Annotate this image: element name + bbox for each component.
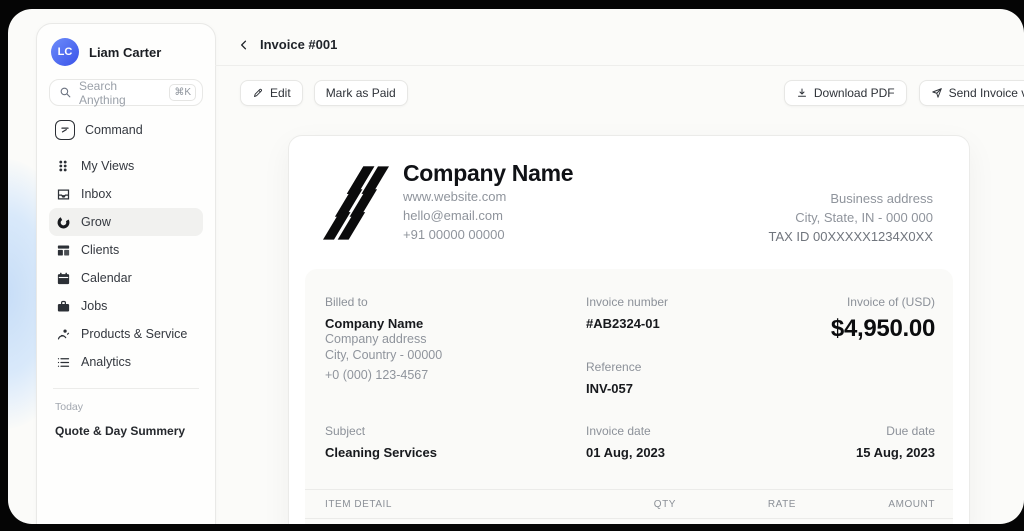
- company-name: Company Name: [403, 160, 574, 186]
- invoice-card: Company Name www.website.com hello@email…: [288, 135, 970, 524]
- sidebar-item-label: Inbox: [81, 187, 112, 201]
- toolbar-left: Edit Mark as Paid: [240, 80, 408, 106]
- business-address-line1: Business address: [830, 191, 933, 206]
- calendar-icon: [55, 270, 71, 286]
- sidebar-item-calendar[interactable]: Calendar: [49, 264, 203, 292]
- sidebar-item-jobs[interactable]: Jobs: [49, 292, 203, 320]
- business-tax-id: TAX ID 00XXXXX1234X0XX: [768, 229, 933, 244]
- toolbar: Edit Mark as Paid Download PDF Send Invo…: [215, 66, 1024, 106]
- pencil-icon: [252, 87, 264, 99]
- billed-to-phone: +0 (000) 123-4567: [325, 368, 429, 382]
- page-title: Invoice #001: [260, 37, 338, 52]
- invoice-amount-block: Invoice of (USD) $4,950.00: [831, 295, 935, 343]
- sidebar-item-label: Analytics: [81, 355, 132, 369]
- subject-label: Subject: [325, 424, 366, 438]
- invoice-card-header: Company Name www.website.com hello@email…: [289, 136, 969, 269]
- sidebar-nav: My Views Inbox Grow Clients Calendar Job…: [49, 152, 203, 376]
- billed-to-name: Company Name: [325, 316, 424, 331]
- subject-block: Subject Cleaning Services: [325, 424, 437, 460]
- briefcase-icon: [55, 298, 71, 314]
- sidebar-item-clients[interactable]: Clients: [49, 236, 203, 264]
- user-profile[interactable]: LC Liam Carter: [49, 36, 203, 79]
- invoice-amount-value: $4,950.00: [830, 315, 935, 342]
- analytics-list-icon: [55, 354, 71, 370]
- billed-to-address1: Company address: [325, 332, 427, 346]
- company-logo: [323, 166, 389, 240]
- send-icon: [931, 87, 943, 99]
- section-label-today: Today: [55, 401, 84, 413]
- sidebar-item-inbox[interactable]: Inbox: [49, 180, 203, 208]
- sidebar-item-grow[interactable]: Grow: [49, 208, 203, 236]
- billed-to-block: Billed to Company Name Company address C…: [325, 295, 442, 383]
- sidebar-item-label: Jobs: [81, 299, 108, 313]
- user-name: Liam Carter: [89, 44, 162, 60]
- invoice-number-value: #AB2324-01: [586, 316, 660, 331]
- invoice-amount-label: Invoice of (USD): [846, 295, 935, 309]
- sidebar-item-label: Products & Service: [81, 327, 188, 341]
- column-header-rate: RATE: [767, 498, 796, 510]
- invoice-date-block: Invoice date 01 Aug, 2023: [586, 424, 665, 460]
- invoice-date-value: 01 Aug, 2023: [586, 445, 666, 460]
- edit-button[interactable]: Edit: [240, 80, 303, 106]
- sidebar-item-command[interactable]: Command: [49, 116, 203, 152]
- search-icon: [59, 86, 72, 99]
- reference-label: Reference: [586, 360, 642, 374]
- business-address-block: Business address City, State, IN - 000 0…: [768, 189, 933, 246]
- sidebar-item-label: Calendar: [81, 271, 132, 285]
- billed-to-address2: City, Country - 00000: [325, 348, 443, 362]
- app-window: LC Liam Carter Search Anything ⌘K Comman…: [8, 9, 1024, 524]
- invoice-number-block: Invoice number #AB2324-01: [586, 295, 668, 331]
- reference-value: INV-057: [586, 381, 633, 396]
- products-service-icon: [55, 326, 71, 342]
- command-logo-icon: [55, 120, 75, 140]
- column-header-item-detail: ITEM DETAIL: [325, 498, 392, 510]
- grid-dots-icon: [55, 158, 71, 174]
- subject-value: Cleaning Services: [325, 445, 437, 460]
- clients-icon: [55, 242, 71, 258]
- sidebar-item-my-views[interactable]: My Views: [49, 152, 203, 180]
- sidebar-item-quote-day-summery[interactable]: Quote & Day Summery: [55, 424, 197, 438]
- company-phone: +91 00000 00000: [403, 227, 505, 242]
- company-email: hello@email.com: [403, 208, 503, 223]
- sidebar-divider: [53, 388, 199, 389]
- download-icon: [796, 87, 808, 99]
- search-input[interactable]: Search Anything ⌘K: [49, 78, 203, 107]
- back-button[interactable]: [237, 38, 251, 52]
- sidebar-item-label: My Views: [81, 159, 135, 173]
- sidebar-item-label: Grow: [81, 215, 111, 229]
- sidebar-item-label: Clients: [81, 243, 120, 257]
- company-website: www.website.com: [403, 189, 507, 204]
- search-placeholder: Search Anything: [79, 78, 126, 107]
- business-address-line2: City, State, IN - 000 000: [795, 210, 933, 225]
- invoice-date-label: Invoice date: [586, 424, 651, 438]
- reference-block: Reference INV-057: [586, 360, 641, 396]
- invoice-number-label: Invoice number: [586, 295, 669, 309]
- inbox-icon: [55, 186, 71, 202]
- line-items-table-header: ITEM DETAIL QTY RATE AMOUNT: [305, 489, 953, 519]
- column-header-qty: QTY: [653, 498, 676, 510]
- due-date-value: 15 Aug, 2023: [855, 445, 935, 460]
- sidebar-item-label: Command: [85, 123, 143, 137]
- avatar: LC: [51, 38, 79, 66]
- invoice-details-panel: Billed to Company Name Company address C…: [305, 269, 953, 524]
- sidebar: LC Liam Carter Search Anything ⌘K Comman…: [36, 23, 216, 524]
- grow-icon: [55, 214, 71, 230]
- column-header-amount: AMOUNT: [888, 498, 935, 510]
- download-pdf-button[interactable]: Download PDF: [783, 80, 907, 106]
- company-info: Company Name www.website.com hello@email…: [403, 160, 574, 244]
- search-shortcut-badge: ⌘K: [169, 84, 196, 101]
- billed-to-label: Billed to: [325, 295, 368, 309]
- sidebar-item-analytics[interactable]: Analytics: [49, 348, 203, 376]
- mark-as-paid-button[interactable]: Mark as Paid: [313, 80, 408, 106]
- sidebar-item-products-service[interactable]: Products & Service: [49, 320, 203, 348]
- main-content: Invoice #001 Edit Mark as Paid Download …: [215, 9, 1024, 524]
- due-date-label: Due date: [886, 424, 935, 438]
- page-header: Invoice #001: [215, 9, 1024, 66]
- due-date-block: Due date 15 Aug, 2023: [856, 424, 935, 460]
- toolbar-right: Download PDF Send Invoice via Email: [783, 80, 1024, 106]
- send-invoice-button[interactable]: Send Invoice via Email: [918, 80, 1024, 106]
